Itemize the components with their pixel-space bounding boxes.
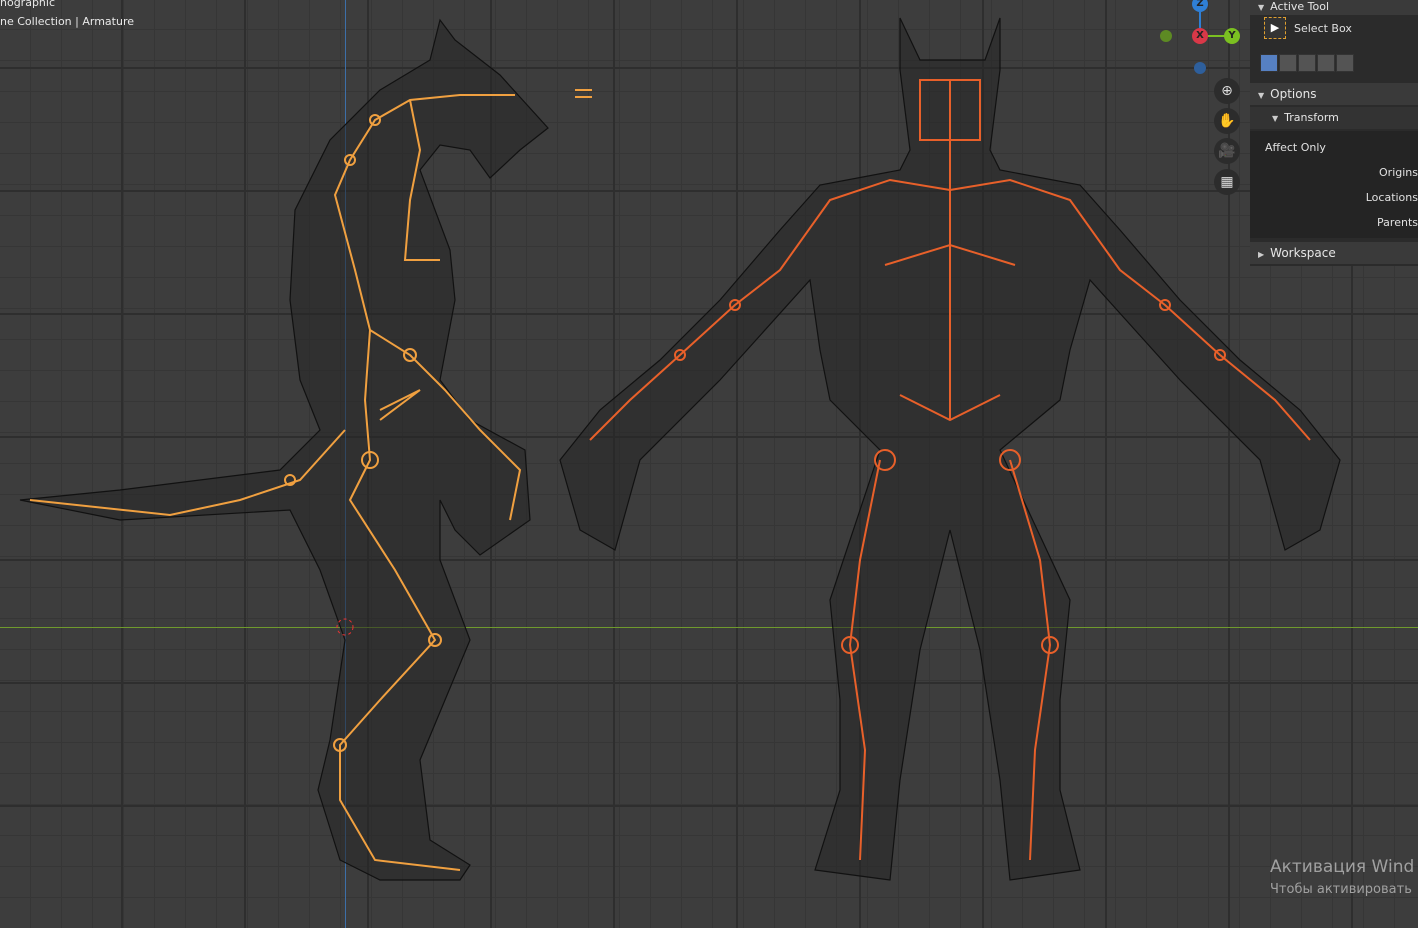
gizmo-neg-z[interactable] xyxy=(1194,62,1206,74)
grid-icon[interactable]: ▦ xyxy=(1214,169,1240,195)
mode-extend-icon[interactable] xyxy=(1279,54,1297,72)
active-tool-panel-header[interactable]: ▼ Active Tool xyxy=(1250,0,1418,15)
origins-checkbox[interactable]: Origins xyxy=(1379,166,1418,179)
gizmo-y[interactable]: Y xyxy=(1224,28,1240,44)
zoom-icon[interactable]: ⊕ xyxy=(1214,78,1240,104)
tool-name[interactable]: Select Box xyxy=(1294,22,1352,35)
mode-new-icon[interactable] xyxy=(1260,54,1278,72)
workspace-panel-header[interactable]: ▶ Workspace xyxy=(1250,242,1418,264)
locations-checkbox[interactable]: Locations xyxy=(1366,191,1418,204)
parents-checkbox[interactable]: Parents xyxy=(1377,216,1418,229)
mode-subtract-icon[interactable] xyxy=(1298,54,1316,72)
mode-intersect-icon[interactable] xyxy=(1336,54,1354,72)
mode-difference-icon[interactable] xyxy=(1317,54,1335,72)
gizmo-neg-y[interactable] xyxy=(1160,30,1172,42)
armature-models[interactable] xyxy=(0,0,1418,928)
affect-only-label: Affect Only xyxy=(1265,141,1326,154)
side-view-character xyxy=(19,18,549,881)
transform-label: Transform xyxy=(1284,111,1339,124)
3d-viewport[interactable]: nographic ne Collection | Armature Z X Y… xyxy=(0,0,1418,928)
select-box-icon[interactable]: ▶ xyxy=(1264,17,1286,39)
activation-watermark-subtitle: Чтобы активировать xyxy=(1270,882,1412,897)
options-panel-header[interactable]: ▼ Options xyxy=(1250,83,1418,105)
tool-sidebar: ▼ Active Tool ▶ Select Box ▼ Options ▼ Tran… xyxy=(1250,0,1418,266)
selection-mode-buttons[interactable] xyxy=(1260,54,1355,72)
options-label: Options xyxy=(1270,87,1317,101)
active-tool-header[interactable]: Active Tool xyxy=(1270,0,1329,13)
transform-subpanel-header[interactable]: ▼ Transform xyxy=(1250,107,1418,129)
gizmo-x[interactable]: X xyxy=(1192,28,1208,44)
camera-icon[interactable]: 🎥 xyxy=(1214,138,1240,164)
activation-watermark-title: Активация Wind xyxy=(1270,857,1415,877)
hand-pan-icon[interactable]: ✋ xyxy=(1214,108,1240,134)
workspace-label: Workspace xyxy=(1270,246,1336,260)
